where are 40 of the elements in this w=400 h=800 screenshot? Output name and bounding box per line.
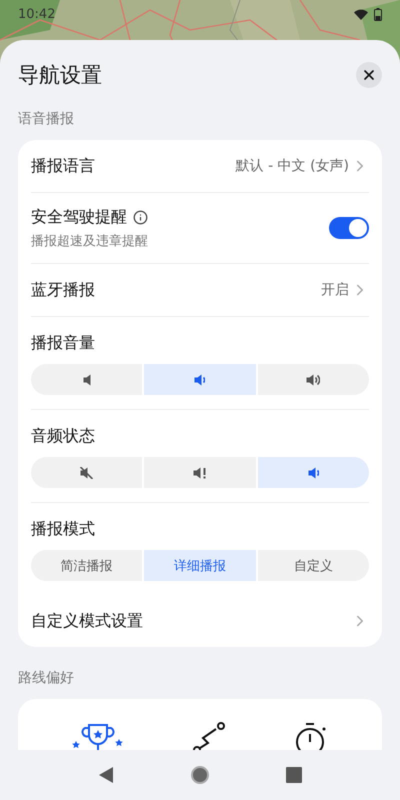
home-button[interactable] [190,765,210,785]
segment-option[interactable]: 详细播报 [144,550,256,581]
speaker-icon [82,374,91,386]
close-button[interactable] [356,62,382,88]
toggle-switch[interactable] [329,217,369,239]
segment-option[interactable]: 简洁播报 [31,550,142,581]
stopwatch-icon [294,721,328,750]
trophy-icon [72,721,124,750]
segment-option[interactable]: 自定义 [258,550,369,581]
row-label: 播报语言 [31,156,95,176]
back-button[interactable] [98,766,114,784]
speaker-alert-icon [192,466,207,478]
route-option[interactable] [192,721,226,750]
row-label: 安全驾驶提醒 [31,206,127,228]
row-label: 音频状态 [31,426,96,447]
settings-row[interactable]: 播报语言 默认 - 中文 (女声) [31,140,369,192]
close-icon [361,67,377,83]
settings-row[interactable]: 自定义模式设置 [31,595,369,647]
segment-option[interactable] [258,364,369,395]
speaker-icon [194,374,206,386]
wifi-icon [354,8,368,20]
info-icon[interactable] [133,210,148,224]
sheet-title: 导航设置 [18,62,102,89]
battery-icon [374,8,382,20]
row-label: 自定义模式设置 [31,610,143,632]
row-value: 默认 - 中文 (女声) [236,157,349,175]
settings-row[interactable]: 蓝牙播报 开启 [31,264,369,316]
row-value: 开启 [321,281,349,299]
row-label: 蓝牙播报 [31,280,95,300]
row-subtitle: 播报超速及违章提醒 [31,232,148,250]
speaker-icon [306,374,320,386]
muted-speaker-icon [80,466,94,478]
section-heading: 路线偏好 [18,669,75,687]
row-label: 播报音量 [31,333,96,354]
status-time: 10:42 [18,6,56,22]
route-icon [192,721,226,750]
row-label: 播报模式 [31,519,96,540]
section-heading: 语音播报 [18,110,75,128]
speaker-icon [308,466,319,478]
route-option[interactable] [294,721,328,750]
